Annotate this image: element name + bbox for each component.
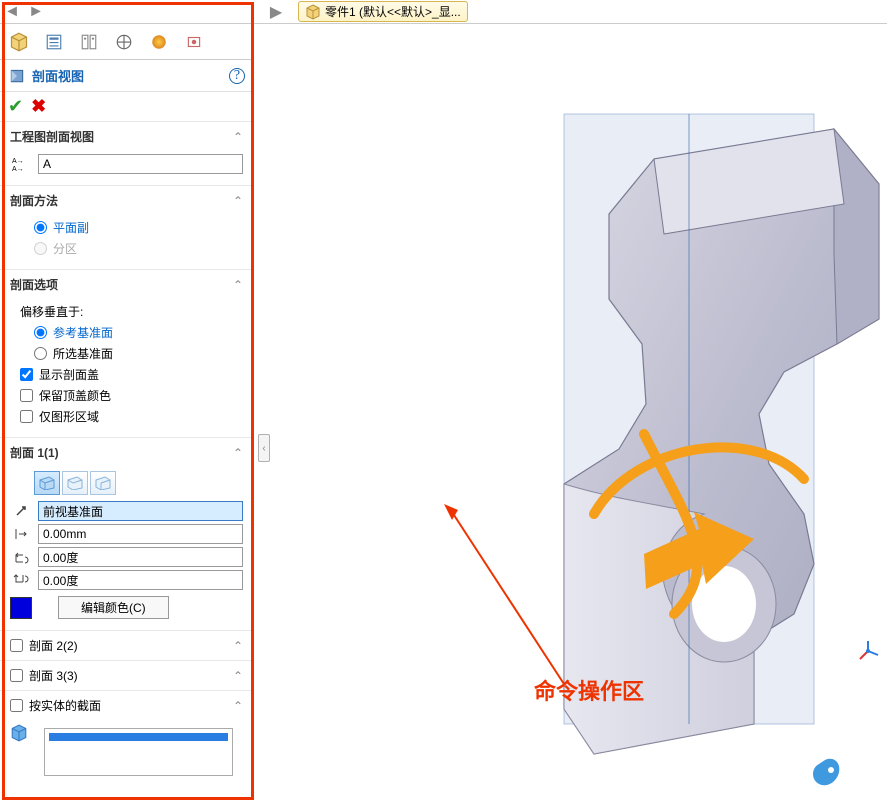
radio-reference-label: 参考基准面: [53, 324, 113, 341]
ok-button[interactable]: ✔: [8, 96, 23, 117]
section2-enable[interactable]: [10, 639, 23, 652]
tab-dimxpert[interactable]: [107, 27, 141, 57]
section3-header[interactable]: 剖面 3(3) ⌃: [0, 660, 253, 690]
radio-zonal-label: 分区: [53, 240, 77, 257]
section3-enable[interactable]: [10, 669, 23, 682]
cancel-button[interactable]: ✖: [31, 96, 46, 117]
annotation-label: 命令操作区: [534, 674, 644, 706]
doc-tab-label: 零件1 (默认<<默认>_显...: [325, 3, 461, 20]
radio-reference-plane[interactable]: [34, 326, 47, 339]
offset-distance-icon: [10, 526, 32, 542]
method-title: 剖面方法: [10, 192, 58, 209]
model-render: [414, 84, 887, 764]
offset-distance-input[interactable]: [38, 524, 243, 544]
confirm-row: ✔ ✖: [0, 92, 253, 121]
rotation-x-input[interactable]: [38, 547, 243, 567]
section2-header[interactable]: 剖面 2(2) ⌃: [0, 630, 253, 660]
plane-selection-input[interactable]: [38, 501, 243, 521]
section-label-icon: A→A→: [10, 156, 32, 172]
section1-title: 剖面 1(1): [10, 444, 59, 461]
body-icon: [10, 724, 28, 742]
offset-label: 偏移垂直于:: [20, 303, 243, 320]
svg-text:A→: A→: [12, 158, 24, 165]
chevron-up-icon: ⌃: [233, 194, 243, 208]
section1-header[interactable]: 剖面 1(1) ⌃: [0, 438, 253, 465]
chk-cap-label: 显示剖面盖: [39, 366, 99, 383]
chk-keep-color[interactable]: [20, 389, 33, 402]
top-bar: ◄ ► ▶ 零件1 (默认<<默认>_显...: [0, 0, 887, 24]
section3-title: 剖面 3(3): [29, 667, 78, 684]
chk-graphics-label: 仅图形区域: [39, 408, 99, 425]
by-body-enable[interactable]: [10, 699, 23, 712]
radio-selected-label: 所选基准面: [53, 345, 113, 362]
document-tab[interactable]: 零件1 (默认<<默认>_显...: [298, 1, 468, 22]
tab-property-manager[interactable]: [37, 27, 71, 57]
radio-selected-plane[interactable]: [34, 347, 47, 360]
chk-graphics-only[interactable]: [20, 410, 33, 423]
plane-right-button[interactable]: [90, 471, 116, 495]
tab-cam-manager[interactable]: [177, 27, 211, 57]
chevron-up-icon: ⌃: [233, 278, 243, 292]
tab-config-manager[interactable]: [72, 27, 106, 57]
flip-icon[interactable]: [10, 503, 32, 519]
chevron-up-icon: ⌃: [233, 699, 243, 713]
panel-title: 剖面视图: [32, 66, 229, 85]
help-icon[interactable]: ?: [229, 68, 245, 84]
rotation-x-icon: [10, 549, 32, 565]
rotation-y-icon: [10, 572, 32, 588]
radio-planar-label: 平面副: [53, 219, 89, 236]
options-title: 剖面选项: [10, 276, 58, 293]
manager-tabs: [0, 24, 253, 60]
chevron-up-icon: ⌃: [233, 446, 243, 460]
body-selection-list[interactable]: [44, 728, 233, 776]
history-back[interactable]: ◄: [0, 1, 24, 23]
breadcrumb-toggle[interactable]: ▶: [264, 1, 288, 23]
svg-text:A→: A→: [12, 166, 24, 172]
list-item[interactable]: [49, 733, 228, 741]
graphics-viewport[interactable]: ‹: [254, 24, 887, 800]
part-icon: [305, 4, 321, 20]
method-header[interactable]: 剖面方法 ⌃: [0, 186, 253, 213]
section-color-swatch[interactable]: [10, 597, 32, 619]
origin-triad-icon: [856, 639, 880, 663]
plane-top-button[interactable]: [62, 471, 88, 495]
by-body-title: 按实体的截面: [29, 697, 101, 714]
radio-planar[interactable]: [34, 221, 47, 234]
property-manager: 剖面视图 ? ✔ ✖ 工程图剖面视图 ⌃ A→A→ 剖面方法 ⌃ 平面副 分区: [0, 24, 254, 800]
section-view-icon: [8, 67, 26, 85]
tab-display-manager[interactable]: [142, 27, 176, 57]
tab-feature-tree[interactable]: [2, 27, 36, 57]
plane-front-button[interactable]: [34, 471, 60, 495]
section-label-input[interactable]: [38, 154, 243, 174]
by-body-header[interactable]: 按实体的截面 ⌃: [0, 690, 253, 720]
chevron-up-icon: ⌃: [233, 639, 243, 653]
drawing-section-header[interactable]: 工程图剖面视图 ⌃: [0, 122, 253, 149]
section2-title: 剖面 2(2): [29, 637, 78, 654]
chk-show-cap[interactable]: [20, 368, 33, 381]
history-fwd[interactable]: ►: [24, 1, 48, 23]
drawing-section-title: 工程图剖面视图: [10, 128, 94, 145]
edit-color-button[interactable]: 编辑颜色(C): [58, 596, 169, 619]
watermark-logo: 电子: [809, 756, 879, 792]
rotation-y-input[interactable]: [38, 570, 243, 590]
radio-zonal[interactable]: [34, 242, 47, 255]
chevron-up-icon: ⌃: [233, 669, 243, 683]
panel-header: 剖面视图 ?: [0, 60, 253, 92]
chk-keep-color-label: 保留顶盖颜色: [39, 387, 111, 404]
options-header[interactable]: 剖面选项 ⌃: [0, 270, 253, 297]
panel-collapse-handle[interactable]: ‹: [258, 434, 270, 462]
chevron-up-icon: ⌃: [233, 130, 243, 144]
svg-text:电子: 电子: [843, 769, 871, 785]
